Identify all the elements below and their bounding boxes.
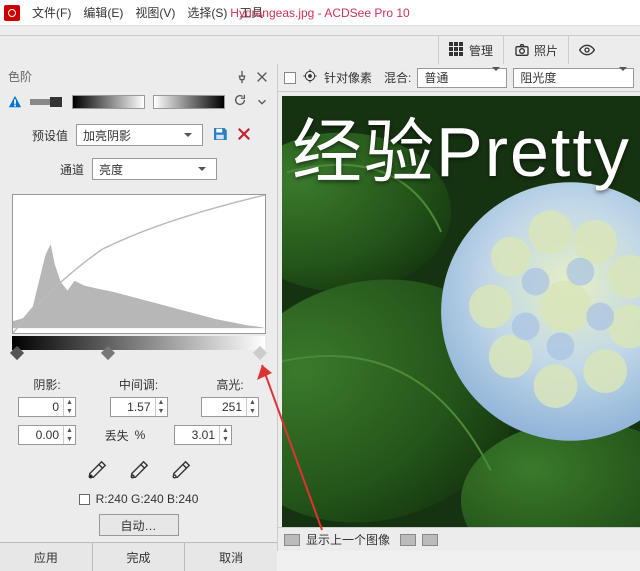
tabbar: 管理 照片 (0, 36, 640, 64)
menu-view[interactable]: 视图(V) (129, 4, 181, 21)
blend-label: 混合: (384, 69, 411, 86)
app-logo-icon (4, 5, 20, 21)
toolbar-strip (0, 26, 640, 36)
eyedropper-gray-icon[interactable] (128, 459, 150, 484)
panel-footer-buttons: 应用 完成 取消 (0, 542, 277, 571)
shadow-value: 0 (19, 400, 63, 414)
tab-manage-label: 管理 (469, 42, 493, 59)
loss-unit: % (135, 428, 146, 442)
preset-value: 加亮阴影 (83, 127, 131, 144)
menu-edit[interactable]: 编辑(E) (77, 4, 129, 21)
rgb-readout: R:240 G:240 B:240 (96, 492, 199, 506)
close-panel-icon[interactable] (255, 70, 269, 84)
blend-value: 普通 (424, 69, 448, 86)
output-low-input[interactable]: 0.00 ▲▼ (18, 425, 76, 445)
camera-icon (514, 42, 530, 58)
shadow-input[interactable]: 0 ▲▼ (18, 397, 76, 417)
info-icon[interactable] (8, 95, 22, 109)
pixel-target-label: 针对像素 (324, 69, 372, 86)
auto-button[interactable]: 自动… (99, 514, 179, 536)
opacity-label: 阻光度 (520, 69, 556, 86)
highlight-label: 高光: (216, 376, 243, 393)
save-preset-icon[interactable] (211, 125, 229, 146)
preset-label: 预设值 (24, 127, 68, 144)
menu-file[interactable]: 文件(F) (26, 4, 77, 21)
image-panel: 针对像素 混合: 普通 阻光度 (278, 64, 640, 551)
preset-dropdown[interactable]: 加亮阴影 (76, 124, 203, 146)
highlight-input[interactable]: 251 ▲▼ (201, 397, 259, 417)
levels-panel: 色阶 预设值 (0, 64, 278, 551)
levels-slider[interactable] (12, 350, 265, 364)
loss-label: 丢失 (105, 427, 129, 444)
tab-photos[interactable]: 照片 (503, 36, 568, 64)
image-canvas[interactable]: 经验Pretty (282, 96, 640, 527)
menu-select[interactable]: 选择(S) (181, 4, 233, 21)
rgb-checkbox[interactable] (79, 494, 90, 505)
chevron-down-icon (194, 163, 210, 175)
compare-icon[interactable] (284, 534, 300, 546)
shadow-label: 阴影: (33, 376, 60, 393)
cancel-button[interactable]: 取消 (185, 543, 277, 571)
status-text: 显示上一个图像 (306, 531, 390, 548)
reset-icon[interactable] (233, 93, 247, 110)
channel-dropdown[interactable]: 亮度 (92, 158, 217, 180)
tab-manage[interactable]: 管理 (438, 36, 503, 64)
opacity-dropdown[interactable]: 阻光度 (513, 68, 634, 88)
eyedropper-black-icon[interactable] (86, 459, 108, 484)
highlight-value: 251 (202, 400, 246, 414)
output-low-value: 0.00 (19, 428, 63, 442)
blend-dropdown[interactable]: 普通 (417, 68, 507, 88)
thumbnail-b-icon[interactable] (422, 534, 438, 546)
output-high-value: 3.01 (175, 428, 219, 442)
delete-preset-icon[interactable] (235, 125, 253, 146)
pin-icon[interactable] (235, 70, 249, 84)
tab-photos-label: 照片 (534, 42, 558, 59)
target-icon[interactable] (302, 68, 318, 87)
done-button[interactable]: 完成 (93, 543, 186, 571)
midtone-input[interactable]: 1.57 ▲▼ (110, 397, 168, 417)
histogram-chart[interactable] (12, 194, 266, 334)
window-title: Hydrangeas.jpg - ACDSee Pro 10 (230, 6, 409, 20)
eye-icon (579, 42, 595, 58)
gradient-ramp (12, 336, 265, 350)
gradient-white-black[interactable] (153, 95, 226, 109)
apply-button[interactable]: 应用 (0, 543, 93, 571)
thumbnail-a-icon[interactable] (400, 534, 416, 546)
output-high-input[interactable]: 3.01 ▲▼ (174, 425, 232, 445)
pixel-target-checkbox[interactable] (284, 72, 296, 84)
tab-view[interactable] (568, 36, 605, 64)
brush-icon[interactable] (30, 95, 64, 109)
channel-value: 亮度 (99, 161, 123, 178)
channel-label: 通道 (40, 161, 84, 178)
chevron-down-icon (492, 71, 500, 85)
image-text-overlay: 经验Pretty (292, 96, 631, 197)
image-toolbar: 针对像素 混合: 普通 阻光度 (278, 64, 640, 92)
panel-title: 色阶 (8, 68, 32, 85)
chevron-down-icon (619, 71, 627, 85)
chevron-down-icon[interactable] (255, 95, 269, 109)
chevron-down-icon (180, 129, 196, 141)
gradient-black-white[interactable] (72, 95, 145, 109)
image-statusbar: 显示上一个图像 (278, 527, 640, 551)
midtone-value: 1.57 (111, 400, 155, 414)
menubar: 文件(F) 编辑(E) 视图(V) 选择(S) 工具 Hydrangeas.jp… (0, 0, 640, 26)
eyedropper-white-icon[interactable] (170, 459, 192, 484)
grid-icon (449, 42, 465, 58)
midtone-label: 中间调: (119, 376, 158, 393)
panel-toolbar (0, 89, 277, 118)
